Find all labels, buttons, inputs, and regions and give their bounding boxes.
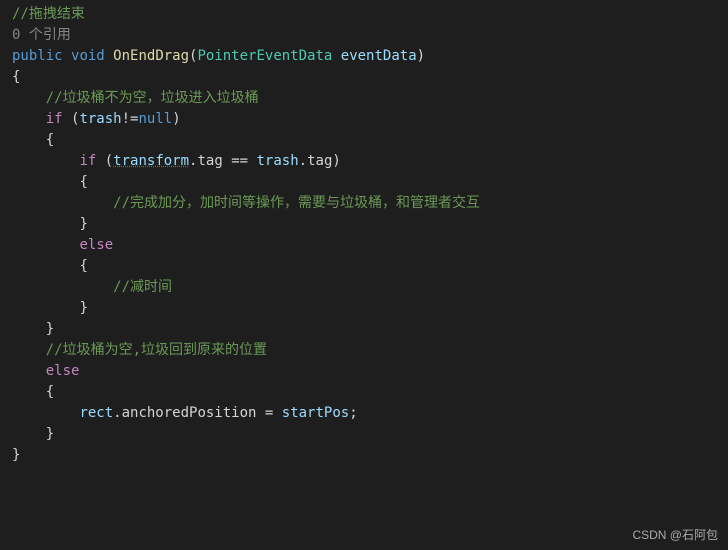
code-line[interactable]: { (12, 382, 728, 403)
type-name: PointerEventData (197, 48, 332, 64)
code-line[interactable]: { (12, 172, 728, 193)
operator: != (122, 111, 139, 127)
code-line[interactable]: else (12, 361, 728, 382)
indent-guide (12, 174, 79, 190)
code-line[interactable]: } (12, 445, 728, 466)
comment: //垃圾桶为空,垃圾回到原来的位置 (46, 342, 267, 358)
references-codelens[interactable]: 0 个引用 (12, 27, 71, 43)
dot: . (299, 153, 307, 169)
indent-guide (12, 90, 46, 106)
method-name: OnEndDrag (113, 48, 189, 64)
paren-open: ( (105, 153, 113, 169)
comment: //减时间 (113, 279, 172, 295)
comment: //垃圾桶不为空，垃圾进入垃圾桶 (46, 90, 259, 106)
indent-guide (12, 195, 113, 211)
variable: rect (79, 405, 113, 421)
indent-guide (12, 426, 46, 442)
code-line[interactable]: } (12, 424, 728, 445)
code-line[interactable]: 0 个引用 (12, 25, 728, 46)
variable: transform (113, 153, 189, 169)
indent-guide (12, 237, 79, 253)
operator: == (231, 153, 248, 169)
operator: = (265, 405, 273, 421)
brace-open: { (46, 132, 54, 148)
brace-close: } (12, 447, 20, 463)
variable: trash (257, 153, 299, 169)
variable: trash (79, 111, 121, 127)
keyword-if: if (46, 111, 63, 127)
keyword-null: null (138, 111, 172, 127)
brace-close: } (46, 321, 54, 337)
indent-guide (12, 405, 79, 421)
keyword-public: public (12, 48, 63, 64)
code-line[interactable]: { (12, 130, 728, 151)
comment: //完成加分，加时间等操作，需要与垃圾桶，和管理者交互 (113, 195, 480, 211)
indent-guide (12, 363, 46, 379)
brace-open: { (12, 69, 20, 85)
code-line[interactable]: //拖拽结束 (12, 4, 728, 25)
code-line[interactable]: } (12, 298, 728, 319)
code-line[interactable]: //减时间 (12, 277, 728, 298)
semicolon: ; (349, 405, 357, 421)
keyword-if: if (79, 153, 96, 169)
code-line[interactable]: if (trash!=null) (12, 109, 728, 130)
indent-guide (12, 111, 46, 127)
watermark: CSDN @石阿包 (632, 526, 718, 544)
keyword-void: void (71, 48, 105, 64)
code-line[interactable]: } (12, 214, 728, 235)
keyword-else: else (79, 237, 113, 253)
code-line[interactable]: //垃圾桶为空,垃圾回到原来的位置 (12, 340, 728, 361)
parameter: eventData (341, 48, 417, 64)
brace-open: { (79, 174, 87, 190)
indent-guide (12, 321, 46, 337)
code-line[interactable]: //垃圾桶不为空，垃圾进入垃圾桶 (12, 88, 728, 109)
property: tag (197, 153, 222, 169)
code-line[interactable]: if (transform.tag == trash.tag) (12, 151, 728, 172)
dot: . (113, 405, 121, 421)
indent-guide (12, 132, 46, 148)
property: tag (307, 153, 332, 169)
keyword-else: else (46, 363, 80, 379)
paren-close: ) (172, 111, 180, 127)
indent-guide (12, 216, 79, 232)
brace-close: } (79, 300, 87, 316)
brace-open: { (79, 258, 87, 274)
indent-guide (12, 258, 79, 274)
indent-guide (12, 153, 79, 169)
indent-guide (12, 384, 46, 400)
code-line[interactable]: rect.anchoredPosition = startPos; (12, 403, 728, 424)
code-line[interactable]: { (12, 67, 728, 88)
code-editor[interactable]: //拖拽结束 0 个引用 public void OnEndDrag(Point… (12, 4, 728, 466)
code-line[interactable]: else (12, 235, 728, 256)
code-line[interactable]: } (12, 319, 728, 340)
indent-guide (12, 300, 79, 316)
indent-guide (12, 342, 46, 358)
paren-close: ) (417, 48, 425, 64)
comment: //拖拽结束 (12, 6, 85, 22)
brace-close: } (46, 426, 54, 442)
code-line[interactable]: public void OnEndDrag(PointerEventData e… (12, 46, 728, 67)
property: anchoredPosition (122, 405, 257, 421)
brace-close: } (79, 216, 87, 232)
code-line[interactable]: { (12, 256, 728, 277)
paren-close: ) (332, 153, 340, 169)
code-line[interactable]: //完成加分，加时间等操作，需要与垃圾桶，和管理者交互 (12, 193, 728, 214)
brace-open: { (46, 384, 54, 400)
indent-guide (12, 279, 113, 295)
variable: startPos (282, 405, 349, 421)
